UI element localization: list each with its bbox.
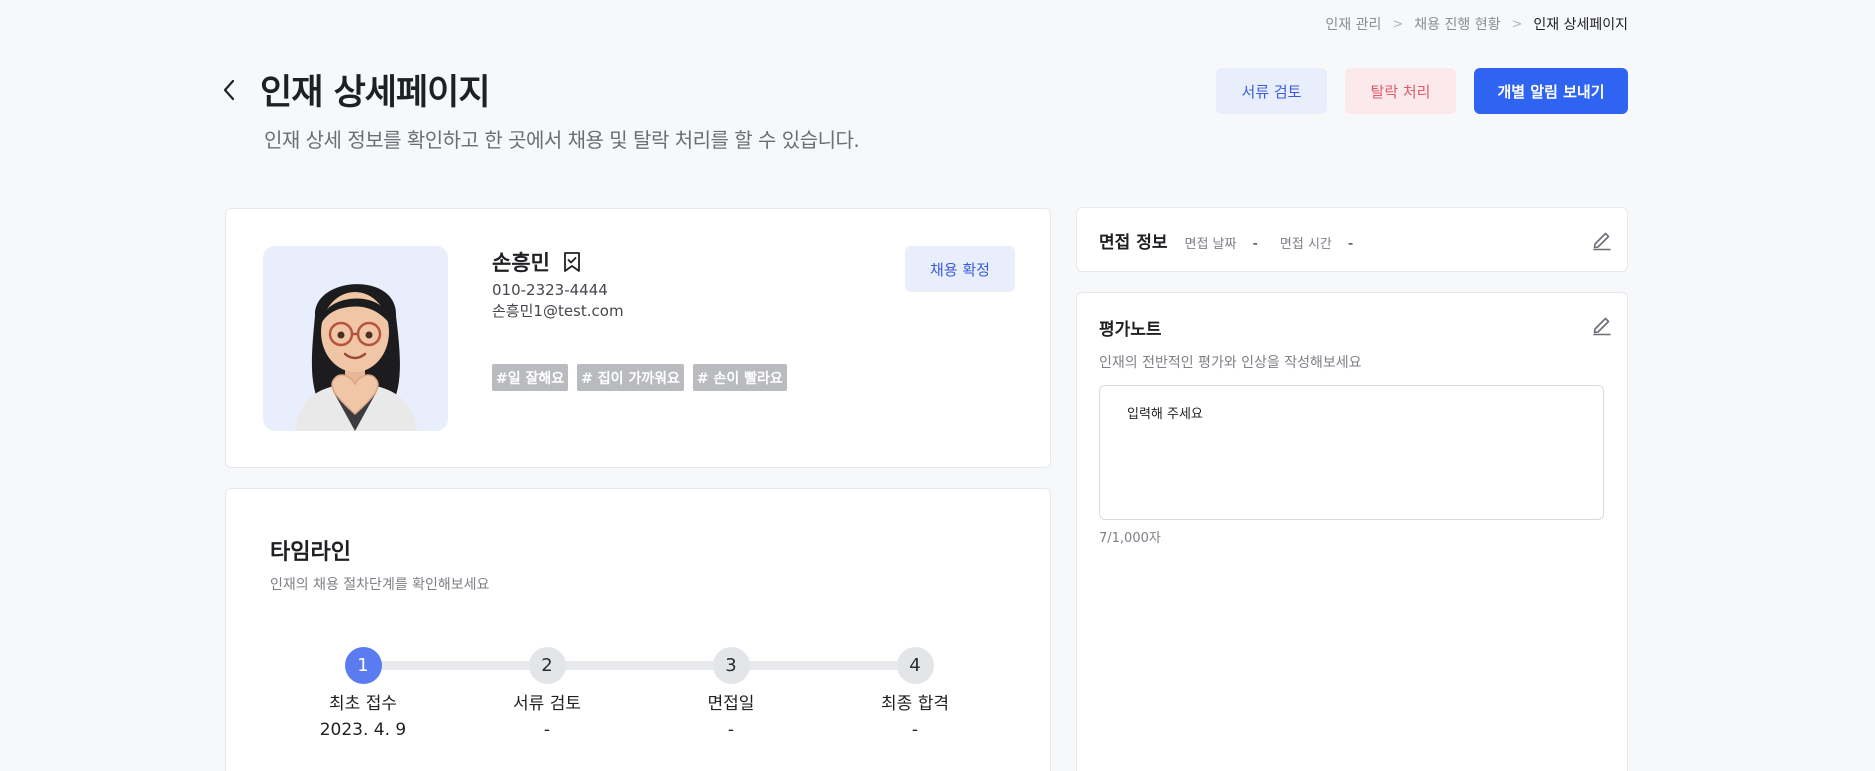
timeline-step: 1 최초 접수 2023. 4. 9 — [303, 647, 423, 740]
chevron-left-icon — [223, 79, 235, 101]
breadcrumb-item-current: 인재 상세페이지 — [1533, 17, 1628, 33]
tag-list: #일 잘해요 # 집이 가까워요 # 손이 빨라요 — [492, 364, 787, 391]
name-row: 손흥민 — [492, 247, 582, 277]
document-review-button[interactable]: 서류 검토 — [1216, 68, 1327, 114]
timeline-subtitle: 인재의 채용 절차단계를 확인해보세요 — [270, 577, 490, 593]
breadcrumb-separator-icon: > — [1511, 16, 1523, 32]
interview-info-row: 면접 정보 면접 날짜 - 면접 시간 - — [1099, 228, 1375, 253]
candidate-email: 손흥민1@test.com — [492, 302, 624, 320]
interview-time-value: - — [1347, 234, 1354, 252]
step-label: 서류 검토 — [513, 694, 581, 714]
breadcrumb-item-hiring-status[interactable]: 채용 진행 현황 — [1414, 14, 1500, 34]
page-subtitle: 인재 상세 정보를 확인하고 한 곳에서 채용 및 탈락 처리를 할 수 있습니… — [264, 128, 860, 152]
interview-title: 면접 정보 — [1099, 233, 1168, 253]
bookmark-check-icon[interactable] — [562, 251, 582, 273]
note-textarea[interactable]: 입력해 주세요 — [1099, 385, 1604, 520]
step-date: - — [543, 720, 551, 740]
back-button[interactable] — [219, 76, 239, 104]
timeline-title: 타임라인 — [270, 540, 351, 565]
step-date: - — [727, 720, 735, 740]
note-title: 평가노트 — [1099, 320, 1162, 340]
candidate-phone: 010-2323-4444 — [492, 281, 608, 299]
step-label: 최초 접수 — [329, 694, 397, 714]
tag-item: # 손이 빨라요 — [692, 364, 787, 391]
timeline-step: 2 서류 검토 - — [487, 647, 607, 740]
timeline-step: 3 면접일 - — [671, 647, 791, 740]
reject-button[interactable]: 탈락 처리 — [1345, 68, 1456, 114]
tag-item: # 집이 가까워요 — [577, 364, 684, 391]
character-count: 7/1,000자 — [1099, 531, 1161, 546]
confirm-hire-button[interactable]: 채용 확정 — [905, 246, 1015, 292]
breadcrumb-separator-icon: > — [1392, 16, 1404, 32]
step-number-badge: 1 — [344, 647, 382, 684]
profile-card: 손흥민 010-2323-4444 손흥민1@test.com #일 잘해요 #… — [225, 208, 1051, 468]
step-number-badge: 4 — [896, 647, 934, 684]
interview-date-value: - — [1252, 234, 1258, 252]
interview-date-label: 면접 날짜 — [1184, 237, 1237, 252]
step-date: - — [911, 720, 919, 740]
tag-item: #일 잘해요 — [492, 364, 569, 391]
timeline-step: 4 최종 합격 - — [855, 647, 975, 740]
memoji-avatar-icon — [295, 284, 417, 431]
step-number-badge: 2 — [528, 647, 566, 684]
pencil-icon[interactable] — [1591, 314, 1613, 336]
evaluation-note-card: 평가노트 인재의 전반적인 평가와 인상을 작성해보세요 입력해 주세요 7/1… — [1076, 292, 1628, 771]
pencil-icon[interactable] — [1591, 229, 1613, 251]
page-title: 인재 상세페이지 — [260, 73, 491, 113]
candidate-name: 손흥민 — [492, 251, 550, 275]
timeline-track — [363, 661, 915, 670]
step-date: 2023. 4. 9 — [319, 720, 407, 740]
breadcrumb: 인재 관리 > 채용 진행 현황 > 인재 상세페이지 — [1325, 14, 1628, 34]
timeline-card: 타임라인 인재의 채용 절차단계를 확인해보세요 1 최초 접수 2023. 4… — [225, 488, 1051, 771]
interview-info-card: 면접 정보 면접 날짜 - 면접 시간 - — [1076, 207, 1628, 272]
note-subtitle: 인재의 전반적인 평가와 인상을 작성해보세요 — [1099, 355, 1362, 371]
avatar — [263, 246, 448, 431]
send-notification-button[interactable]: 개별 알림 보내기 — [1474, 68, 1628, 114]
breadcrumb-item-talent-management[interactable]: 인재 관리 — [1325, 14, 1381, 34]
step-number-badge: 3 — [712, 647, 750, 684]
header-actions: 서류 검토 탈락 처리 개별 알림 보내기 — [1216, 68, 1628, 114]
step-label: 최종 합격 — [881, 694, 949, 714]
interview-time-label: 면접 시간 — [1279, 237, 1332, 252]
step-label: 면접일 — [707, 694, 755, 714]
